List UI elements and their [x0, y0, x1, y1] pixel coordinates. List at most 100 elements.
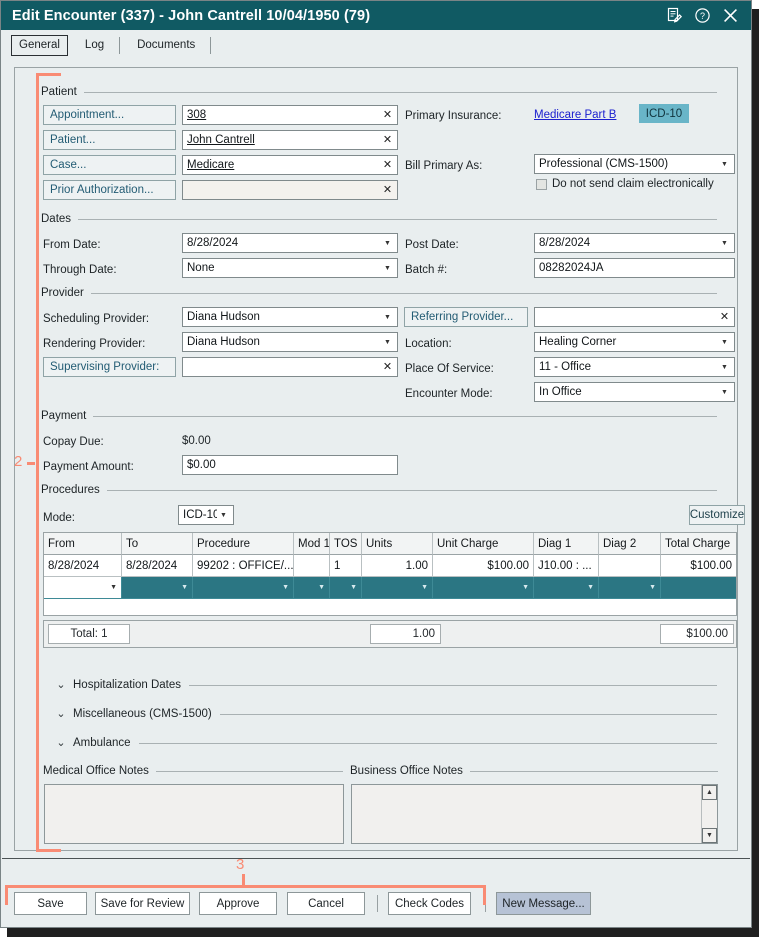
- chevron-down-icon[interactable]: ▼: [381, 314, 394, 321]
- prior-authorization-picker-button[interactable]: Prior Authorization...: [43, 180, 176, 200]
- column-header-diag-2[interactable]: Diag 2: [599, 533, 661, 555]
- cell-units[interactable]: 1.00: [362, 555, 433, 577]
- cancel-button[interactable]: Cancel: [287, 892, 365, 915]
- through-date-field[interactable]: None ▼: [182, 258, 398, 278]
- section-ambulance[interactable]: ⌄ Ambulance: [53, 734, 717, 752]
- patient-clear-icon[interactable]: ✕: [381, 134, 394, 146]
- rendering-provider-select[interactable]: Diana Hudson ▼: [182, 332, 398, 352]
- tab-general[interactable]: General: [11, 34, 68, 56]
- new-row-unit-charge-cell[interactable]: ▼: [433, 577, 534, 599]
- business-office-notes-input[interactable]: ▲ ▼: [351, 784, 718, 844]
- prior-authorization-field[interactable]: ✕: [182, 180, 398, 200]
- patient-field[interactable]: John Cantrell ✕: [182, 130, 398, 150]
- close-icon[interactable]: [722, 7, 739, 24]
- help-icon[interactable]: ?: [694, 7, 711, 24]
- new-row-from-cell[interactable]: ▼: [44, 577, 122, 599]
- check-codes-button[interactable]: Check Codes: [388, 892, 471, 915]
- column-header-units[interactable]: Units: [362, 533, 433, 555]
- location-select[interactable]: Healing Corner ▼: [534, 332, 735, 352]
- chevron-down-icon[interactable]: ▼: [718, 389, 731, 396]
- new-message-button[interactable]: New Message...: [496, 892, 591, 915]
- new-row-tos-cell[interactable]: ▼: [330, 577, 362, 599]
- new-row-diag-2-cell[interactable]: ▼: [599, 577, 661, 599]
- supervising-provider-clear-icon[interactable]: ✕: [381, 361, 394, 373]
- no-electronic-claim-checkbox-row[interactable]: Do not send claim electronically: [536, 178, 714, 190]
- bill-primary-as-select[interactable]: Professional (CMS-1500) ▼: [534, 154, 735, 174]
- case-field[interactable]: Medicare ✕: [182, 155, 398, 175]
- referring-provider-clear-icon[interactable]: ✕: [718, 311, 731, 323]
- procedures-grid[interactable]: From To Procedure Mod 1 TOS Units Unit C…: [43, 532, 737, 616]
- new-row-to-cell[interactable]: ▼: [122, 577, 193, 599]
- cell-total-charge[interactable]: $100.00: [661, 555, 736, 577]
- scheduling-provider-select[interactable]: Diana Hudson ▼: [182, 307, 398, 327]
- appointment-field[interactable]: 308 ✕: [182, 105, 398, 125]
- new-row-diag-1-cell[interactable]: ▼: [534, 577, 599, 599]
- section-hospitalization-dates[interactable]: ⌄ Hospitalization Dates: [53, 676, 717, 694]
- chevron-down-icon[interactable]: ▼: [718, 364, 731, 371]
- business-office-notes-text[interactable]: [352, 785, 701, 843]
- cell-diag-2[interactable]: [599, 555, 661, 577]
- from-date-field[interactable]: 8/28/2024 ▼: [182, 233, 398, 253]
- appointment-clear-icon[interactable]: ✕: [381, 109, 394, 121]
- encounter-mode-select[interactable]: In Office ▼: [534, 382, 735, 402]
- column-header-from[interactable]: From: [44, 533, 122, 555]
- column-header-mod-1[interactable]: Mod 1: [294, 533, 330, 555]
- case-picker-button[interactable]: Case...: [43, 155, 176, 175]
- save-for-review-button[interactable]: Save for Review: [95, 892, 190, 915]
- cell-diag-1[interactable]: J10.00 : ...: [534, 555, 599, 577]
- referring-provider-field[interactable]: ✕: [534, 307, 735, 327]
- column-header-diag-1[interactable]: Diag 1: [534, 533, 599, 555]
- column-header-unit-charge[interactable]: Unit Charge: [433, 533, 534, 555]
- cell-mod-1[interactable]: [294, 555, 330, 577]
- tab-log[interactable]: Log: [78, 36, 111, 55]
- post-date-field[interactable]: 8/28/2024 ▼: [534, 233, 735, 253]
- column-header-procedure[interactable]: Procedure: [193, 533, 294, 555]
- tab-documents[interactable]: Documents: [130, 36, 202, 55]
- save-button[interactable]: Save: [14, 892, 87, 915]
- chevron-down-icon[interactable]: ▼: [381, 265, 394, 272]
- payment-amount-input[interactable]: $0.00: [182, 455, 398, 475]
- cell-to[interactable]: 8/28/2024: [122, 555, 193, 577]
- place-of-service-select[interactable]: 11 - Office ▼: [534, 357, 735, 377]
- chevron-down-icon[interactable]: ▼: [381, 240, 394, 247]
- chevron-down-icon[interactable]: ▼: [718, 339, 731, 346]
- approve-button[interactable]: Approve: [199, 892, 277, 915]
- chevron-down-icon[interactable]: ▼: [381, 339, 394, 346]
- business-notes-scrollbar[interactable]: ▲ ▼: [701, 785, 717, 843]
- new-row-total-charge-cell[interactable]: [661, 577, 736, 599]
- cell-from[interactable]: 8/28/2024: [44, 555, 122, 577]
- case-clear-icon[interactable]: ✕: [381, 159, 394, 171]
- column-header-to[interactable]: To: [122, 533, 193, 555]
- column-header-tos[interactable]: TOS: [330, 533, 362, 555]
- icd-10-badge[interactable]: ICD-10: [639, 104, 689, 123]
- no-electronic-claim-checkbox[interactable]: [536, 178, 547, 190]
- supervising-provider-field[interactable]: ✕: [182, 357, 398, 377]
- new-row-procedure-cell[interactable]: ▼: [193, 577, 294, 599]
- cell-tos[interactable]: 1: [330, 555, 362, 577]
- batch-number-field[interactable]: 08282024JA: [534, 258, 735, 278]
- chevron-down-icon[interactable]: ▼: [718, 161, 731, 168]
- note-edit-icon[interactable]: [666, 7, 683, 24]
- procedures-new-row[interactable]: ▼ ▼ ▼ ▼ ▼ ▼ ▼ ▼ ▼: [44, 577, 736, 599]
- table-row[interactable]: 8/28/2024 8/28/2024 99202 : OFFICE/... 1…: [44, 555, 736, 577]
- cell-unit-charge[interactable]: $100.00: [433, 555, 534, 577]
- patient-picker-button[interactable]: Patient...: [43, 130, 176, 150]
- referring-provider-picker-button[interactable]: Referring Provider...: [404, 307, 528, 327]
- column-header-total-charge[interactable]: Total Charge: [661, 533, 736, 555]
- procedures-mode-select[interactable]: ICD-10 ▼: [178, 505, 234, 525]
- new-row-units-cell[interactable]: ▼: [362, 577, 433, 599]
- section-miscellaneous[interactable]: ⌄ Miscellaneous (CMS-1500): [53, 705, 717, 723]
- appointment-picker-button[interactable]: Appointment...: [43, 105, 176, 125]
- scroll-up-icon[interactable]: ▲: [702, 785, 717, 800]
- supervising-provider-picker-button[interactable]: Supervising Provider:: [43, 357, 176, 377]
- customize-button[interactable]: Customize: [689, 505, 745, 525]
- cell-procedure[interactable]: 99202 : OFFICE/...: [193, 555, 294, 577]
- chevron-down-icon[interactable]: ▼: [718, 240, 731, 247]
- medical-office-notes-input[interactable]: [44, 784, 344, 844]
- scroll-down-icon[interactable]: ▼: [702, 828, 717, 843]
- primary-insurance-link[interactable]: Medicare Part B: [534, 109, 616, 121]
- medical-office-notes-text[interactable]: [45, 785, 343, 843]
- chevron-down-icon[interactable]: ▼: [217, 512, 230, 519]
- prior-authorization-clear-icon[interactable]: ✕: [381, 184, 394, 196]
- new-row-mod-1-cell[interactable]: ▼: [294, 577, 330, 599]
